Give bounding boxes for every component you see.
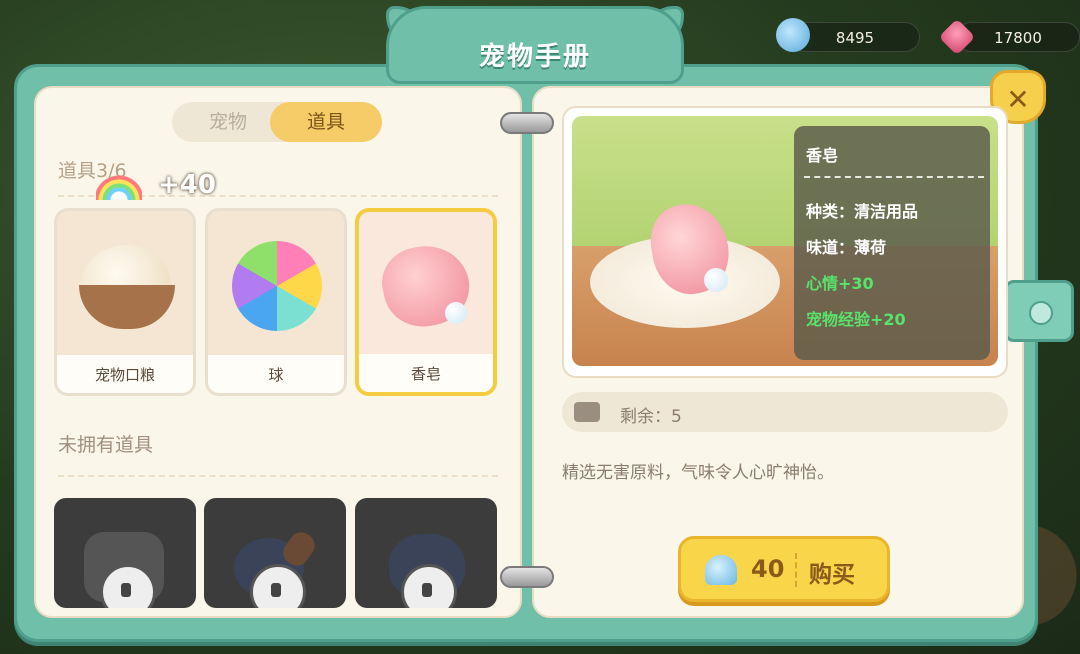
bubble-icon xyxy=(445,302,467,324)
gem-currency-value: 17800 xyxy=(994,29,1042,47)
item-description: 精选无害原料，气味令人心旷神怡。 xyxy=(562,463,834,483)
buy-label: 购买 xyxy=(809,562,855,588)
unowned-divider xyxy=(58,475,498,477)
shell-currency-value: 8495 xyxy=(835,29,875,47)
item-card-ball[interactable]: 球 xyxy=(205,208,347,396)
bubble-preview-icon xyxy=(704,268,728,292)
binder-ring-top xyxy=(500,112,554,134)
detail-flavor: 味道：薄荷 xyxy=(806,238,887,257)
buy-divider xyxy=(795,553,797,587)
locked-item-card[interactable] xyxy=(355,498,497,608)
detail-mood: 心情+30 xyxy=(806,274,874,293)
remaining-count: 剩余：5 xyxy=(620,407,682,427)
gem-currency-display: 17800 xyxy=(956,22,1080,52)
item-name: 宠物口粮 xyxy=(94,366,155,384)
locked-item-card[interactable] xyxy=(204,498,346,608)
buy-price: 40 xyxy=(751,555,785,583)
info-divider xyxy=(804,176,984,178)
unowned-items-title: 未拥有道具 xyxy=(58,434,154,456)
item-name: 香皂 xyxy=(410,365,441,383)
locked-item-card[interactable] xyxy=(54,498,196,608)
item-name: 球 xyxy=(268,366,284,384)
bookmark-icon xyxy=(1029,301,1053,325)
box-icon xyxy=(574,402,600,422)
item-card-pet-food[interactable]: 宠物口粮 xyxy=(54,208,196,396)
detail-item-name: 香皂 xyxy=(806,146,839,165)
shell-icon xyxy=(705,555,737,585)
tab-pets[interactable]: 宠物 xyxy=(172,102,284,142)
binder-ring-bottom xyxy=(500,566,554,588)
item-card-soap[interactable]: 香皂 xyxy=(355,208,497,396)
beach-ball-icon xyxy=(232,241,322,331)
detail-exp: 宠物经验+20 xyxy=(806,310,906,329)
page-title: 宠物手册 xyxy=(478,42,591,72)
bookmark-tab[interactable] xyxy=(1004,280,1074,342)
detail-category: 种类：清洁用品 xyxy=(806,202,919,221)
buy-button[interactable]: 40 购买 xyxy=(678,536,890,602)
tab-items[interactable]: 道具 xyxy=(270,102,382,142)
nest-shell-icon xyxy=(79,285,175,329)
shell-currency-icon xyxy=(776,18,810,52)
rainbow-bonus: +40 xyxy=(158,170,216,200)
